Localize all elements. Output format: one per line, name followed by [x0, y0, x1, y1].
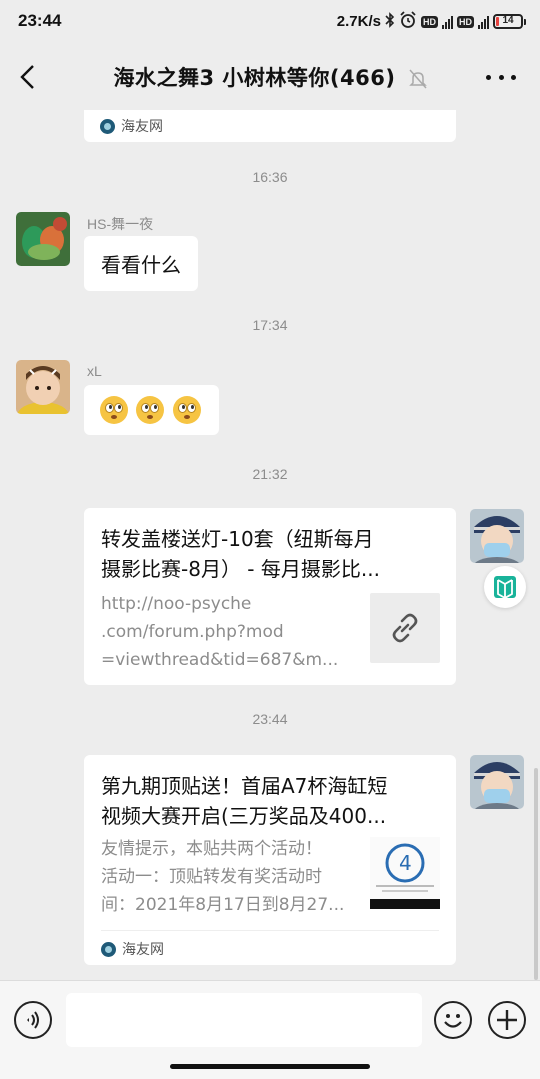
card-title: 视频大赛开启(三万奖品及400...: [101, 804, 387, 828]
source-name: 海友网: [122, 942, 164, 958]
rolling-eyes-emoji-icon: [172, 396, 201, 424]
plus-button[interactable]: [488, 1001, 526, 1039]
svg-text:4: 4: [399, 851, 412, 875]
chat-title-wrap[interactable]: 海水之舞3 小树林等你(466): [60, 62, 480, 93]
mute-bell-icon: [408, 69, 427, 93]
card-source: 海友网: [100, 116, 163, 136]
message-card-partial[interactable]: 海友网: [84, 110, 456, 142]
message-bubble[interactable]: [84, 385, 219, 435]
message-bubble[interactable]: 看看什么: [84, 236, 198, 291]
message-input[interactable]: [66, 993, 422, 1047]
home-indicator[interactable]: [170, 1064, 370, 1069]
back-icon: [20, 65, 34, 89]
more-button[interactable]: [486, 62, 516, 92]
sender-name: HS-舞一夜: [87, 216, 154, 232]
card-desc: 友情提示，本贴共两个活动！: [101, 839, 322, 859]
timestamp: 21:32: [252, 466, 288, 482]
link-card-message[interactable]: 转发盖楼送灯-10套（纽斯每月 摄影比赛-8月） - 每月摄影比... http…: [84, 508, 456, 685]
status-icons: 2.7K/s HD HD 14: [337, 11, 526, 32]
source-name: 海友网: [121, 119, 163, 135]
card-title: 摄影比赛-8月） - 每月摄影比...: [101, 557, 380, 581]
card-desc: 活动一：顶贴转发有奖活动时: [101, 867, 322, 887]
chat-scrollbar[interactable]: [534, 768, 538, 980]
status-bar: 23:44 2.7K/s HD HD 14: [0, 0, 540, 44]
back-button[interactable]: [14, 62, 44, 92]
timestamp: 16:36: [252, 169, 288, 185]
link-icon: [392, 613, 418, 643]
chat-area[interactable]: 海友网 16:36 HS-舞一夜 看看什么 17:34 xL 21:32 转发盖…: [0, 110, 540, 980]
self-avatar[interactable]: [470, 755, 524, 809]
avatar[interactable]: [16, 360, 70, 414]
source-logo-icon: [100, 118, 115, 134]
card-title: 转发盖楼送灯-10套（纽斯每月: [101, 527, 374, 551]
battery-icon: 14: [493, 14, 526, 29]
status-time: 23:44: [18, 11, 62, 30]
article-card-message[interactable]: 第九期顶贴送！首届A7杯海缸短 视频大赛开启(三万奖品及400... 友情提示，…: [84, 755, 456, 965]
battery-level: 14: [502, 15, 514, 26]
rolling-eyes-emoji-icon: [136, 396, 165, 424]
plus-icon: [497, 1010, 517, 1030]
bluetooth-icon: [385, 12, 395, 31]
timestamp: 23:44: [252, 711, 288, 727]
avatar[interactable]: [16, 212, 70, 266]
voice-button[interactable]: [14, 1001, 52, 1039]
chat-title: 海水之舞3 小树林等你(466): [113, 66, 396, 90]
input-bar: [0, 980, 540, 1079]
card-thumbnail: [370, 593, 440, 663]
signal-4g-icon: [442, 15, 453, 29]
rolling-eyes-emoji-icon: [100, 396, 128, 424]
hd-icon: HD: [421, 15, 438, 28]
chat-header: 海水之舞3 小树林等你(466): [0, 44, 540, 110]
voice-icon: [27, 1011, 39, 1029]
more-icon: [486, 74, 491, 80]
source-logo-icon: [101, 941, 116, 957]
self-avatar[interactable]: [470, 509, 524, 563]
card-source: 海友网: [101, 939, 164, 959]
alarm-icon: [399, 11, 417, 32]
emoji-icon: [444, 1014, 462, 1028]
hd-icon: HD: [457, 15, 474, 28]
emoji-button[interactable]: [434, 1001, 472, 1039]
signal-4g-icon: [478, 15, 489, 29]
card-title: 第九期顶贴送！首届A7杯海缸短: [101, 774, 388, 798]
card-desc: 间：2021年8月17日到8月27...: [101, 895, 345, 915]
network-speed: 2.7K/s: [336, 13, 381, 30]
timestamp: 17:34: [252, 317, 288, 333]
card-thumbnail: 4: [370, 837, 440, 909]
sender-name: xL: [87, 363, 102, 379]
mini-program-icon: [494, 576, 516, 600]
mini-program-button[interactable]: [484, 566, 526, 608]
